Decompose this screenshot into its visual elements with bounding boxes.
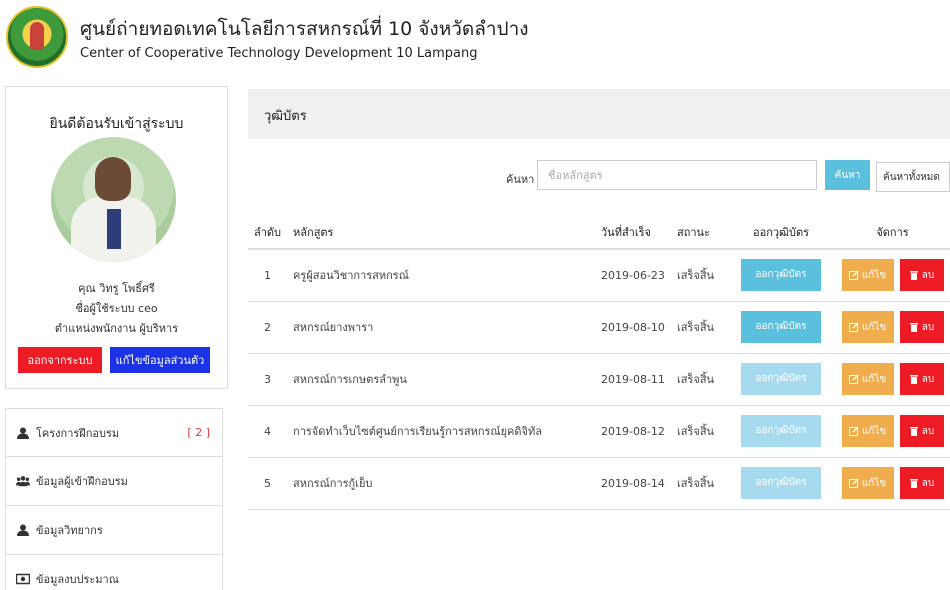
edit-button[interactable]: แก้ไข xyxy=(841,467,894,499)
status-text: เสร็จสิ้น xyxy=(671,404,727,457)
delete-button[interactable]: ลบ xyxy=(899,415,944,447)
row-number: 5 xyxy=(248,456,288,510)
search-input[interactable] xyxy=(537,160,817,190)
edit-label: แก้ไข xyxy=(861,477,887,489)
sidebar-item-label: โครงการฝึกอบรม xyxy=(36,426,120,440)
section-title: วุฒิบัตร xyxy=(264,109,307,124)
course-name: สหกรณ์ยางพารา xyxy=(287,300,595,353)
search-button[interactable]: ค้นหา xyxy=(825,160,870,190)
user-icon xyxy=(17,427,29,439)
completion-date: 2019-08-10 xyxy=(595,300,671,353)
sidebar-item-speakers[interactable]: ข้อมูลวิทยากร xyxy=(5,506,223,555)
edit-label: แก้ไข xyxy=(861,425,887,437)
edit-icon xyxy=(848,426,859,436)
course-name: การจัดทำเว็บไซต์ศูนย์การเรียนรู้การสหกรณ… xyxy=(287,404,595,457)
trash-icon xyxy=(909,375,918,384)
users-icon xyxy=(16,476,30,487)
delete-button[interactable]: ลบ xyxy=(899,311,944,343)
status-text: เสร็จสิ้น xyxy=(671,248,727,301)
edit-label: แก้ไข xyxy=(861,373,887,385)
column-header: จัดการ xyxy=(835,216,950,250)
count-badge: [ 2 ] xyxy=(187,426,210,439)
delete-label: ลบ xyxy=(921,425,935,437)
completion-date: 2019-08-14 xyxy=(595,456,671,510)
status-text: เสร็จสิ้น xyxy=(671,300,727,353)
profile-name: คุณ วิทรู โพธิ์ศรี xyxy=(78,282,155,295)
edit-icon xyxy=(848,322,859,332)
row-number: 2 xyxy=(248,300,288,353)
column-header: สถานะ xyxy=(671,216,727,250)
trash-icon xyxy=(909,479,918,488)
sidebar-item-label: ข้อมูลวิทยากร xyxy=(36,524,103,537)
avatar xyxy=(51,137,176,262)
edit-profile-button[interactable]: แก้ไขข้อมูลส่วนตัว xyxy=(110,347,210,373)
delete-label: ลบ xyxy=(921,477,935,489)
column-header: วันที่สำเร็จ xyxy=(595,216,671,250)
table-row: 3 สหกรณ์การเกษตรลำพูน 2019-08-11 เสร็จสิ… xyxy=(248,352,950,405)
row-number: 1 xyxy=(248,248,288,301)
welcome-text: ยินดีต้อนรับเข้าสู่ระบบ xyxy=(49,116,184,132)
logout-button[interactable]: ออกจากระบบ xyxy=(18,347,102,373)
sidebar-item-trainees[interactable]: ข้อมูลผู้เข้าฝึกอบรม xyxy=(5,457,223,506)
issue-certificate-button[interactable]: ออกวุฒิบัตร xyxy=(741,363,821,395)
delete-button[interactable]: ลบ xyxy=(899,363,944,395)
search-label: ค้นหา xyxy=(506,173,535,186)
edit-button[interactable]: แก้ไข xyxy=(841,259,894,292)
issue-certificate-button[interactable]: ออกวุฒิบัตร xyxy=(741,467,821,499)
page-subtitle: Center of Cooperative Technology Develop… xyxy=(80,46,478,61)
completion-date: 2019-08-11 xyxy=(595,352,671,405)
column-header: ลำดับ xyxy=(248,216,288,250)
issue-certificate-button[interactable]: ออกวุฒิบัตร xyxy=(741,415,821,447)
issue-certificate-button[interactable]: ออกวุฒิบัตร xyxy=(741,311,821,343)
table-header-row: ลำดับ หลักสูตร วันที่สำเร็จ สถานะ ออกวุฒ… xyxy=(248,216,950,250)
money-icon xyxy=(16,573,30,585)
table-row: 1 ครูผู้สอนวิชาการสหกรณ์ 2019-06-23 เสร็… xyxy=(248,248,950,301)
column-header: หลักสูตร xyxy=(287,216,595,250)
sidebar-item-label: ข้อมูลงบประมาณ xyxy=(36,573,119,586)
sidebar-item-training[interactable]: โครงการฝึกอบรม [ 2 ] xyxy=(5,408,223,457)
course-name: สหกรณ์การกู้เย็บ xyxy=(287,456,595,510)
profile-panel: ยินดีต้อนรับเข้าสู่ระบบ คุณ วิทรู โพธิ์ศ… xyxy=(5,86,228,389)
delete-label: ลบ xyxy=(921,269,935,281)
edit-button[interactable]: แก้ไข xyxy=(841,415,894,447)
sidebar-item-budget[interactable]: ข้อมูลงบประมาณ xyxy=(5,555,223,590)
profile-username: ชื่อผู้ใช้ระบบ ceo xyxy=(75,302,158,315)
table-row: 4 การจัดทำเว็บไซต์ศูนย์การเรียนรู้การสหก… xyxy=(248,404,950,457)
sidebar-menu: โครงการฝึกอบรม [ 2 ] ข้อมูลผู้เข้าฝึกอบร… xyxy=(5,408,223,590)
status-text: เสร็จสิ้น xyxy=(671,456,727,510)
organization-logo xyxy=(6,6,68,68)
edit-icon xyxy=(848,270,859,281)
edit-label: แก้ไข xyxy=(861,321,887,333)
trash-icon xyxy=(909,323,918,332)
table-row: 2 สหกรณ์ยางพารา 2019-08-10 เสร็จสิ้น ออก… xyxy=(248,300,950,353)
user-icon xyxy=(17,524,29,536)
edit-button[interactable]: แก้ไข xyxy=(841,363,894,395)
delete-button[interactable]: ลบ xyxy=(899,259,944,292)
certificate-table: ลำดับ หลักสูตร วันที่สำเร็จ สถานะ ออกวุฒ… xyxy=(248,216,950,510)
edit-icon xyxy=(848,478,859,488)
course-name: ครูผู้สอนวิชาการสหกรณ์ xyxy=(287,248,595,301)
page-title: ศูนย์ถ่ายทอดเทคโนโลยีการสหกรณ์ที่ 10 จัง… xyxy=(80,18,529,40)
table-row: 5 สหกรณ์การกู้เย็บ 2019-08-14 เสร็จสิ้น … xyxy=(248,456,950,510)
completion-date: 2019-08-12 xyxy=(595,404,671,457)
row-number: 3 xyxy=(248,352,288,405)
trash-icon xyxy=(909,427,918,436)
delete-label: ลบ xyxy=(921,373,935,385)
issue-certificate-button[interactable]: ออกวุฒิบัตร xyxy=(741,259,821,292)
delete-label: ลบ xyxy=(921,321,935,333)
delete-button[interactable]: ลบ xyxy=(899,467,944,499)
status-text: เสร็จสิ้น xyxy=(671,352,727,405)
course-name: สหกรณ์การเกษตรลำพูน xyxy=(287,352,595,405)
completion-date: 2019-06-23 xyxy=(595,248,671,301)
trash-icon xyxy=(909,271,918,281)
edit-button[interactable]: แก้ไข xyxy=(841,311,894,343)
section-header: วุฒิบัตร xyxy=(248,89,950,139)
column-header: ออกวุฒิบัตร xyxy=(727,216,835,250)
search-all-button[interactable]: ค้นหาทั้งหมด xyxy=(876,162,950,192)
profile-position: ตำแหน่งพนักงาน ผู้บริหาร xyxy=(54,322,179,335)
edit-icon xyxy=(848,374,859,384)
row-number: 4 xyxy=(248,404,288,457)
edit-label: แก้ไข xyxy=(861,269,887,281)
sidebar-item-label: ข้อมูลผู้เข้าฝึกอบรม xyxy=(36,475,128,488)
